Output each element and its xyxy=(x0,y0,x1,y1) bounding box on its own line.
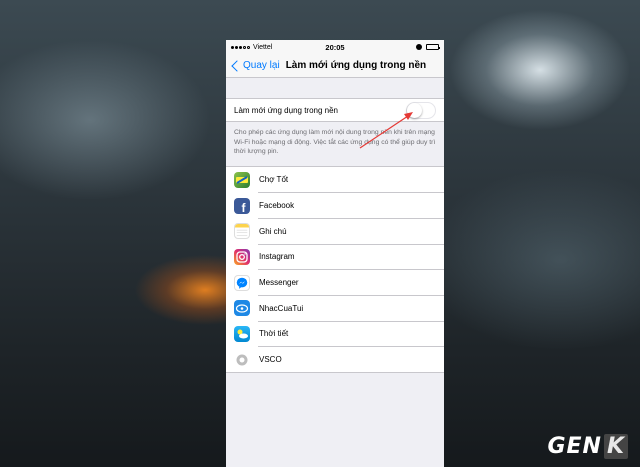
app-name: VSCO xyxy=(259,355,282,365)
phone-screen: Viettel 20:05 Quay lại Làm mới ứng dụng … xyxy=(226,40,444,467)
status-bar: Viettel 20:05 xyxy=(226,40,444,54)
battery-icon xyxy=(426,44,440,50)
app-name: Instagram xyxy=(259,252,295,262)
background-refresh-toggle[interactable] xyxy=(406,101,436,119)
app-name: NhacCuaTui xyxy=(259,303,304,313)
list-item-thoi-tiet[interactable]: Thời tiết xyxy=(226,321,444,347)
footnote-text: Cho phép các ứng dụng làm mới nội dung t… xyxy=(234,129,436,155)
back-label: Quay lại xyxy=(243,60,280,71)
weather-icon xyxy=(234,325,250,342)
messenger-icon xyxy=(234,274,250,291)
cho-tot-icon xyxy=(234,171,250,188)
facebook-icon: f xyxy=(234,197,250,214)
toggle-label: Làm mới ứng dụng trong nền xyxy=(234,105,338,115)
instagram-icon xyxy=(234,248,250,265)
list-item-ghi-chu[interactable]: Ghi chú xyxy=(226,218,444,244)
list-item-instagram[interactable]: Instagram xyxy=(226,244,444,270)
navigation-bar: Quay lại Làm mới ứng dụng trong nền xyxy=(226,54,444,78)
list-item-vsco[interactable]: VSCO xyxy=(226,347,444,373)
app-name: Chợ Tốt xyxy=(259,175,289,185)
list-item-facebook[interactable]: f Facebook xyxy=(226,193,444,219)
list-item-nhaccuatui[interactable]: NhacCuaTui xyxy=(226,295,444,321)
list-item-cho-tot[interactable]: Chợ Tốt xyxy=(226,167,444,193)
status-time: 20:05 xyxy=(325,42,345,52)
app-name: Thời tiết xyxy=(259,329,289,339)
app-name: Ghi chú xyxy=(259,226,287,236)
genk-watermark: GEN K xyxy=(547,434,628,459)
watermark-text: GEN xyxy=(547,434,602,459)
watermark-accent: K xyxy=(603,434,628,459)
nhaccuatui-icon xyxy=(234,300,250,317)
chevron-left-icon xyxy=(231,59,243,72)
back-button[interactable]: Quay lại xyxy=(230,59,280,72)
background-refresh-row: Làm mới ứng dụng trong nền xyxy=(226,98,444,122)
app-name: Messenger xyxy=(259,278,299,288)
app-list: Chợ Tốt f Facebook Ghi chú Instagram Mes… xyxy=(226,166,444,373)
app-name: Facebook xyxy=(259,201,295,211)
vsco-icon xyxy=(234,351,250,368)
toggle-knob xyxy=(407,102,422,118)
list-item-messenger[interactable]: Messenger xyxy=(226,270,444,296)
notes-icon xyxy=(234,223,250,240)
page-title: Làm mới ứng dụng trong nền xyxy=(285,60,427,71)
